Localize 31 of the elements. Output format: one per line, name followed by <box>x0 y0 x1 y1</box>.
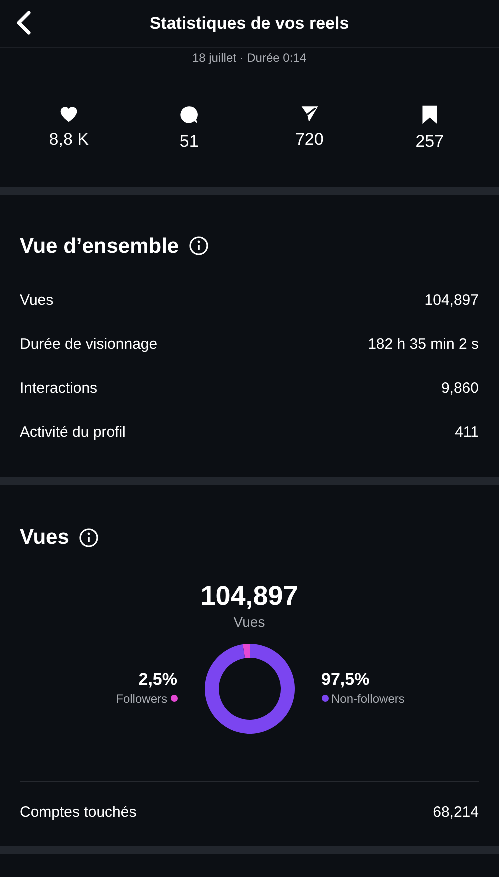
comment-bubble-icon <box>179 105 200 125</box>
paper-plane-icon <box>300 105 320 123</box>
metric-value: 411 <box>455 422 479 443</box>
bookmark-icon <box>420 105 439 125</box>
back-chevron-icon <box>16 11 32 35</box>
engagement-count: 257 <box>416 131 444 153</box>
engagement-count: 720 <box>295 129 324 151</box>
metric-label: Comptes touchés <box>20 803 137 824</box>
engagement-count: 8,8 K <box>49 129 89 151</box>
metric-label: Vues <box>20 290 54 311</box>
engagement-count: 51 <box>180 131 199 153</box>
legend-label: Non-followers <box>332 690 405 708</box>
metric-value: 182 h 35 min 2 s <box>368 334 479 355</box>
metric-label: Durée de visionnage <box>20 334 158 355</box>
metric-value: 104,897 <box>424 290 479 311</box>
metric-label: Activité du profil <box>20 422 126 443</box>
section-title: Vues <box>20 525 70 551</box>
total-views: 104,897 <box>200 580 298 612</box>
section-title: Vue d’ensemble <box>20 234 180 260</box>
reel-date-duration: 18 juillet · Durée 0:14 <box>192 50 307 67</box>
percent-value: 2,5% <box>138 670 178 690</box>
info-icon[interactable] <box>189 236 210 256</box>
total-views-label: Vues <box>234 612 266 632</box>
legend-label: Followers <box>116 690 168 708</box>
metric-value: 9,860 <box>441 378 479 399</box>
page-title: Statistiques de vos reels <box>150 12 350 35</box>
info-icon[interactable] <box>79 528 100 548</box>
heart-icon <box>59 105 80 123</box>
percent-value: 97,5% <box>322 670 370 690</box>
metric-label: Interactions <box>20 378 98 399</box>
metric-value: 68,214 <box>433 803 479 824</box>
